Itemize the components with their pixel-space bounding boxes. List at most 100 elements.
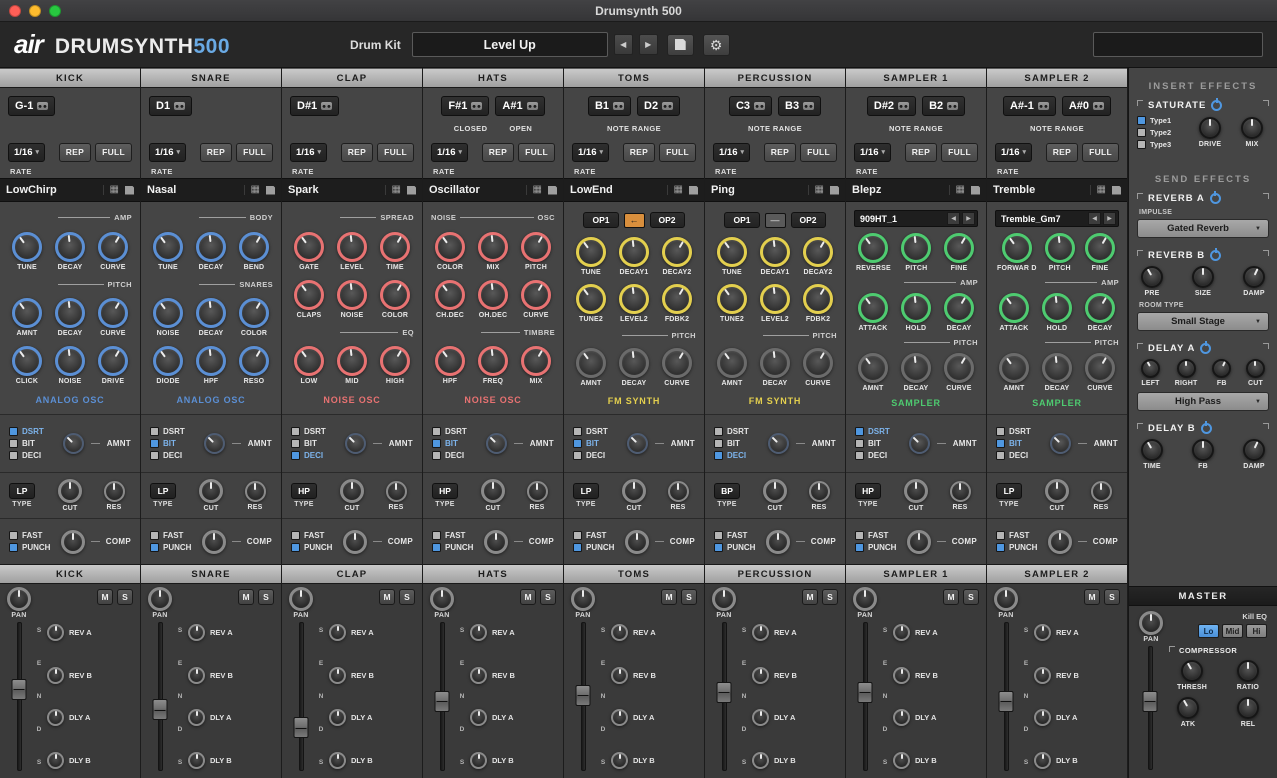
attack-knob[interactable] [1177,697,1199,719]
tune-knob[interactable] [576,237,606,267]
damp-knob[interactable] [1243,439,1265,461]
size-knob[interactable] [1192,266,1214,288]
hpf-knob[interactable] [196,346,226,376]
dist-amount-knob[interactable] [63,433,84,454]
freq-knob[interactable] [478,346,508,376]
filter-cutoff-knob[interactable] [340,479,364,503]
pitch-knob[interactable] [1045,233,1075,263]
dsrt-toggle[interactable]: DSRT [573,427,608,436]
full-button[interactable]: FULL [377,143,414,162]
rev-b-send-knob[interactable] [188,667,205,684]
rev-b-send-knob[interactable] [329,667,346,684]
comp-knob[interactable] [343,530,367,554]
full-button[interactable]: FULL [518,143,555,162]
saturate-type-row[interactable]: Type1 [1137,116,1185,125]
decay-knob[interactable] [901,353,931,383]
deci-toggle[interactable]: DECI [150,451,185,460]
dist-amount-knob[interactable] [768,433,789,454]
pan-knob[interactable] [7,587,31,611]
note-button[interactable]: C3 [729,96,772,116]
rev-a-send-knob[interactable] [47,624,64,641]
right-knob[interactable] [1177,359,1196,378]
curve-knob[interactable] [98,298,128,328]
dly-b-send-knob[interactable] [188,752,205,769]
note-button[interactable]: D1 [149,96,192,116]
dly-a-send-knob[interactable] [47,709,64,726]
feedback-knob[interactable] [1212,359,1231,378]
bit-toggle[interactable]: BIT [573,439,608,448]
note-button[interactable]: F#1 [441,96,489,116]
dist-amount-knob[interactable] [204,433,225,454]
fader-handle[interactable] [858,682,873,703]
hold-knob[interactable] [1042,293,1072,323]
fast-toggle[interactable]: FAST [291,531,332,540]
dsrt-toggle[interactable]: DSRT [291,427,326,436]
punch-toggle[interactable]: PUNCH [996,543,1037,552]
fine-knob[interactable] [944,233,974,263]
full-button[interactable]: FULL [1082,143,1119,162]
preset-browse-icon[interactable]: ▦ [1097,185,1106,195]
punch-toggle[interactable]: PUNCH [291,543,332,552]
bit-toggle[interactable]: BIT [432,439,467,448]
comp-knob[interactable] [61,530,85,554]
settings-button[interactable]: ⚙ [703,34,730,56]
punch-toggle[interactable]: PUNCH [714,543,755,552]
impulse-select[interactable]: Gated Reverb ▼ [1137,219,1269,238]
tune-knob[interactable] [153,232,183,262]
preset-save-icon[interactable] [266,186,275,195]
comp-knob[interactable] [625,530,649,554]
mute-button[interactable]: M [97,589,113,605]
note-button[interactable]: D#1 [290,96,339,116]
tune2-knob[interactable] [717,284,747,314]
next-sample-button[interactable]: ▶ [1103,212,1116,225]
full-button[interactable]: FULL [800,143,837,162]
rev-b-send-knob[interactable] [47,667,64,684]
pan-knob[interactable] [571,587,595,611]
filter-type-button[interactable]: HP [291,483,317,499]
attack-knob[interactable] [999,293,1029,323]
note-button[interactable]: A#0 [1062,96,1111,116]
rev-a-send-knob[interactable] [752,624,769,641]
filter-res-knob[interactable] [809,481,830,502]
repeat-button[interactable]: REP [59,143,91,162]
deci-toggle[interactable]: DECI [996,451,1031,460]
repeat-button[interactable]: REP [482,143,514,162]
kill-eq-lo-button[interactable]: Lo [1198,624,1219,638]
saturate-type-row[interactable]: Type2 [1137,128,1185,137]
bit-toggle[interactable]: BIT [9,439,44,448]
preset-save-icon[interactable] [1112,186,1121,195]
pan-knob[interactable] [712,587,736,611]
note-button[interactable]: D#2 [867,96,916,116]
drive-knob[interactable] [1199,117,1221,139]
punch-toggle[interactable]: PUNCH [150,543,191,552]
volume-fader[interactable] [571,622,595,771]
volume-fader[interactable] [994,622,1018,771]
preset-save-icon[interactable] [971,186,980,195]
noise-knob[interactable] [153,298,183,328]
pitch-knob[interactable] [521,232,551,262]
preset-browse-icon[interactable]: ▦ [110,185,119,195]
mute-button[interactable]: M [661,589,677,605]
decay2-knob[interactable] [803,237,833,267]
dly-a-send-knob[interactable] [470,709,487,726]
volume-fader[interactable] [430,622,454,771]
decay-knob[interactable] [1085,293,1115,323]
preset-selector[interactable]: Spark▦ [282,178,422,202]
mute-button[interactable]: M [943,589,959,605]
tune-knob[interactable] [12,232,42,262]
mute-button[interactable]: M [520,589,536,605]
rate-select[interactable]: 1/16▾ [854,143,891,162]
dsrt-toggle[interactable]: DSRT [996,427,1031,436]
preset-selector[interactable]: Tremble▦ [987,178,1127,202]
reverse-knob[interactable] [858,233,888,263]
pan-knob[interactable] [148,587,172,611]
amnt-knob[interactable] [12,298,42,328]
note-button[interactable]: A#1 [495,96,544,116]
full-button[interactable]: FULL [659,143,696,162]
filter-cutoff-knob[interactable] [481,479,505,503]
bend-knob[interactable] [239,232,269,262]
punch-toggle[interactable]: PUNCH [573,543,614,552]
dly-b-send-knob[interactable] [329,752,346,769]
note-button[interactable]: B3 [778,96,821,116]
deci-toggle[interactable]: DECI [855,451,890,460]
